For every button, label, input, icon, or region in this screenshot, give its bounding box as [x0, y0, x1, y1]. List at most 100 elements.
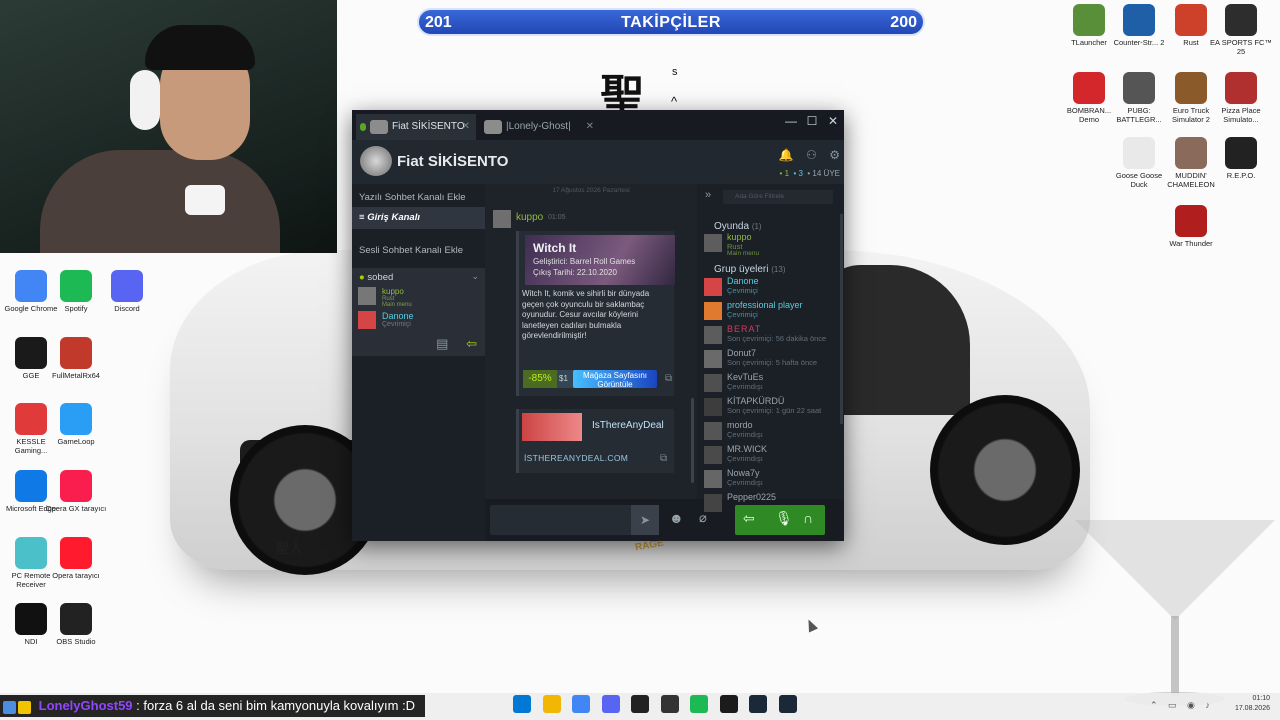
desktop-icon-label: R.E.P.O. — [1226, 171, 1256, 180]
desktop-icon-label: Opera tarayıcı — [52, 571, 100, 580]
system-tray-icons[interactable]: ⌃ ▭ ◉ ♪ — [1150, 700, 1214, 711]
member-item[interactable]: Danone Çevrimiçi — [704, 276, 844, 298]
view-store-page-button[interactable]: Mağaza Sayfasını Görüntüle — [573, 370, 657, 389]
copy-link-icon[interactable]: ⧉ — [665, 373, 672, 384]
desktop-icon-pizza[interactable]: Pizza Place Simulato... — [1210, 72, 1272, 124]
avatar — [704, 374, 722, 392]
tab-group-chat[interactable]: Fiat SİKİSENTO ✕ — [356, 114, 476, 140]
member-item[interactable]: BERAT Son çevrimiçi: 56 dakika önce — [704, 324, 844, 346]
member-list-scrollbar[interactable] — [840, 214, 843, 424]
send-icon[interactable]: ➤ — [631, 505, 659, 535]
close-tab-icon[interactable]: ✕ — [586, 114, 594, 140]
friend-avatar-icon — [484, 120, 502, 134]
voice-member[interactable]: kuppo Rust Main menu — [358, 287, 478, 308]
game-banner-image: Witch It Geliştirici: Barrel Roll Games … — [525, 235, 675, 285]
hash-icon: ≡ — [359, 212, 368, 223]
member-item[interactable]: MR.WICK Çevrimdışı — [704, 444, 844, 466]
voice-settings-icon[interactable]: ▤ — [436, 336, 448, 351]
desktop-icon-gameloop[interactable]: GameLoop — [45, 403, 107, 446]
online-count: 3 — [798, 169, 803, 178]
steam-icon[interactable] — [749, 695, 767, 713]
pubg-icon — [1123, 72, 1155, 104]
member-item[interactable]: kuppo Rust Main menu — [704, 232, 844, 257]
member-status: Çevrimiçi — [727, 286, 758, 295]
desktop-icon-label: Discord — [114, 304, 140, 313]
avatar — [704, 494, 722, 512]
rust-icon — [1175, 4, 1207, 36]
discount-badge: -85% — [523, 370, 557, 388]
opera-icon — [60, 537, 92, 569]
member-name: Donut7 — [727, 348, 757, 358]
add-text-channel-button[interactable]: Yazılı Sohbet Kanalı Ekle — [352, 190, 485, 206]
desktop-icon-fw[interactable]: FullMetalRx64 — [45, 337, 107, 380]
member-item[interactable]: Pepper0225 — [704, 492, 844, 514]
member-name: KevTuEs — [727, 372, 764, 382]
copy-link-icon[interactable]: ⧉ — [660, 453, 667, 464]
spotify-icon[interactable] — [690, 695, 708, 713]
chevron-down-icon[interactable]: ⌄ — [471, 271, 479, 282]
avatar — [358, 287, 376, 305]
in-game-section-header: Oyunda (1) — [714, 221, 762, 232]
member-item[interactable]: Donut7 Son çevrimiçi: 5 hafta önce — [704, 348, 844, 370]
chat-message-area: 17 Ağustos 2026 Pazartesi kuppo 01:05 Wi… — [485, 184, 697, 499]
opera-gx-icon — [60, 470, 92, 502]
windows-start-icon[interactable] — [513, 695, 531, 713]
member-sub-status: Main menu — [727, 250, 760, 257]
file-explorer-icon[interactable] — [542, 695, 561, 713]
member-item[interactable]: professional player Çevrimiçi — [704, 300, 844, 322]
obs-icon-2[interactable] — [660, 695, 679, 713]
voice-channel[interactable]: ● sobed ⌄ kuppo Rust Main menu Danone Çe… — [352, 268, 485, 356]
desktop-icon-operagx[interactable]: Opera GX tarayıcı — [45, 470, 107, 513]
desktop-icon-discord[interactable]: Discord — [96, 270, 158, 313]
epic-games-icon[interactable] — [719, 695, 738, 713]
member-name: Nowa7y — [727, 468, 760, 478]
avatar — [704, 446, 722, 464]
maximize-icon[interactable]: ☐ — [805, 114, 819, 128]
tab-label: Fiat SİKİSENTO — [392, 121, 465, 132]
chat-scrollbar[interactable] — [691, 398, 694, 483]
member-item[interactable]: mordo Çevrimdışı — [704, 420, 844, 442]
channel-entry[interactable]: ≡ Giriş Kanalı — [352, 207, 485, 229]
settings-gear-icon[interactable]: ⚙ — [829, 148, 840, 162]
member-item[interactable]: KİTAPKÜRDÜ Son çevrimiçi: 1 gün 22 saat — [704, 396, 844, 418]
member-item[interactable]: Nowa7y Çevrimdışı — [704, 468, 844, 490]
tab-friend-chat[interactable]: |Lonely-Ghost| ✕ — [480, 114, 600, 140]
emoji-icon[interactable]: ☻ — [669, 510, 684, 526]
group-avatar-icon — [370, 120, 388, 134]
collapse-members-icon[interactable]: » — [705, 189, 711, 201]
discord-icon[interactable] — [601, 695, 620, 713]
leave-voice-icon[interactable]: ⇦ — [466, 336, 477, 351]
link-title[interactable]: IsThereAnyDeal — [592, 420, 664, 431]
add-friend-icon[interactable]: ⚇ — [806, 148, 817, 162]
avatar[interactable] — [493, 210, 511, 228]
close-tab-icon[interactable]: ✕ — [462, 114, 470, 140]
desktop-icon-obs[interactable]: OBS Studio — [45, 603, 107, 646]
desktop-icon-opera[interactable]: Opera tarayıcı — [45, 537, 107, 580]
notification-bell-icon[interactable]: 🔔 — [779, 148, 794, 162]
member-item[interactable]: KevTuEs Çevrimdışı — [704, 372, 844, 394]
voice-member[interactable]: Danone Çevrimiçi — [358, 311, 478, 331]
group-header: Fiat SİKİSENTO 🔔 ⚇ ⚙ • 1 • 3 • 14 ÜYE — [352, 140, 844, 184]
steam-icon-2[interactable] — [778, 695, 797, 713]
close-window-icon[interactable]: ✕ — [826, 114, 840, 128]
avatar — [704, 422, 722, 440]
desktop-icon-repo[interactable]: R.E.P.O. — [1210, 137, 1272, 180]
desktop-icon-warthunder[interactable]: War Thunder — [1160, 205, 1222, 248]
desktop-icon-fc25[interactable]: EA SPORTS FC™ 25 — [1210, 4, 1272, 56]
avatar — [704, 234, 722, 252]
member-status: Çevrimdışı — [727, 430, 763, 439]
obs-icon[interactable] — [631, 695, 649, 713]
chrome-icon[interactable] — [572, 695, 590, 713]
member-status: Son çevrimiçi: 5 hafta önce — [727, 358, 818, 367]
chat-user-badges — [3, 699, 35, 715]
system-clock[interactable]: 01:10 17.08.2026 — [1235, 694, 1270, 714]
avatar — [704, 278, 722, 296]
add-voice-channel-button[interactable]: Sesli Sohbet Kanalı Ekle — [352, 243, 485, 259]
obs-icon — [60, 603, 92, 635]
game-title[interactable]: Witch It — [533, 241, 576, 255]
link-url[interactable]: İSTHEREANYDEAL.COM — [524, 453, 628, 463]
wallpaper-car-kanji: 聖人 — [275, 541, 303, 557]
minimize-icon[interactable]: — — [784, 114, 798, 128]
message-sender[interactable]: kuppo — [516, 212, 543, 223]
member-filter-input[interactable]: Ada Göre Filtrele — [723, 190, 833, 204]
